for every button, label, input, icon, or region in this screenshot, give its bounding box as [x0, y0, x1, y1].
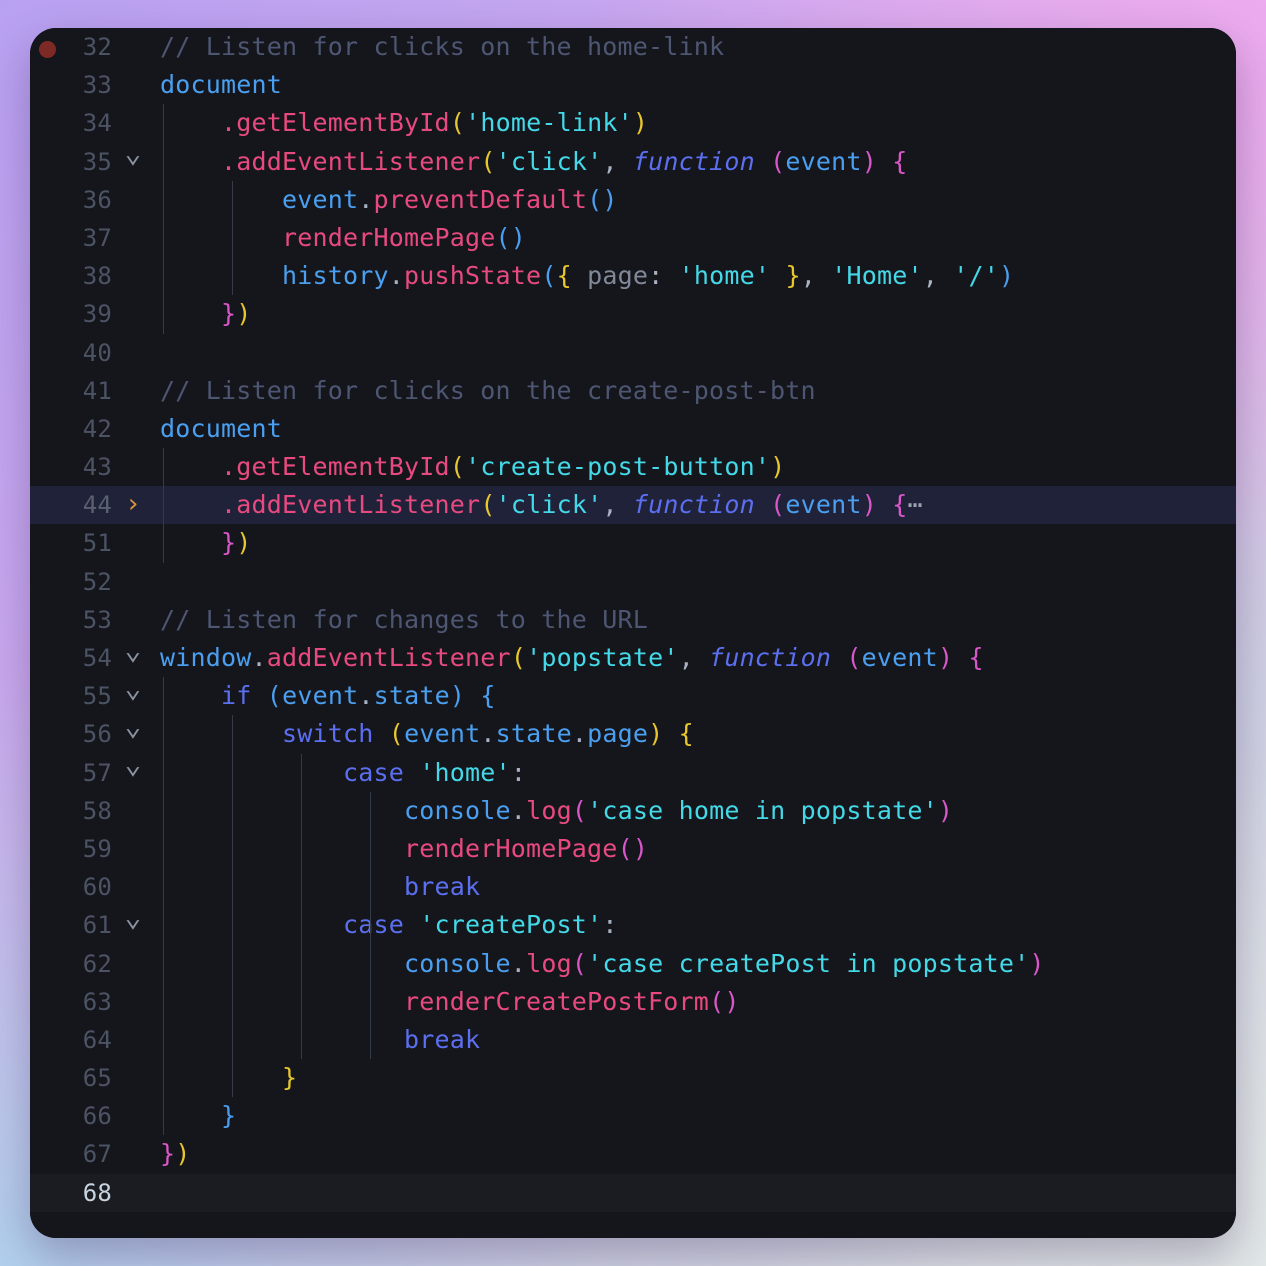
code-line[interactable]: 42 document	[30, 410, 1236, 448]
code-line[interactable]: 54 window.addEventListener('popstate', f…	[30, 639, 1236, 677]
code-line-active[interactable]: 68	[30, 1173, 1236, 1212]
line-content[interactable]: case 'createPost':	[154, 906, 1236, 945]
line-number: 65	[82, 1064, 112, 1093]
line-number: 67	[82, 1140, 112, 1169]
line-content[interactable]: history.pushState({ page: 'home' }, 'Hom…	[154, 257, 1236, 296]
line-number: 42	[82, 414, 112, 443]
line-number: 51	[82, 529, 112, 558]
code-line[interactable]: 51 })	[30, 524, 1236, 563]
code-line[interactable]: 41 // Listen for clicks on the create-po…	[30, 372, 1236, 410]
line-number: 57	[82, 758, 112, 787]
line-content[interactable]: console.log('case home in popstate')	[154, 791, 1236, 830]
line-number: 52	[82, 567, 112, 596]
line-number: 61	[82, 911, 112, 940]
code-line[interactable]: 38 history.pushState({ page: 'home' }, '…	[30, 257, 1236, 296]
line-number: 58	[82, 796, 112, 825]
code-line[interactable]: 66 }	[30, 1097, 1236, 1136]
line-number: 41	[82, 376, 112, 405]
line-content[interactable]: }	[154, 1059, 1236, 1098]
line-number: 62	[82, 949, 112, 978]
line-content[interactable]: }	[154, 1097, 1236, 1136]
line-content[interactable]: // Listen for changes to the URL	[154, 601, 1236, 639]
line-content[interactable]: // Listen for clicks on the create-post-…	[154, 372, 1236, 410]
line-content[interactable]: window.addEventListener('popstate', func…	[154, 639, 1236, 677]
line-content[interactable]: switch (event.state.page) {	[154, 715, 1236, 754]
line-content[interactable]: renderCreatePostForm()	[154, 982, 1236, 1021]
line-number: 66	[82, 1102, 112, 1131]
line-number: 37	[82, 223, 112, 252]
code-line[interactable]: 67 })	[30, 1135, 1236, 1173]
line-content[interactable]: })	[154, 295, 1236, 334]
line-content[interactable]: .getElementById('create-post-button')	[154, 448, 1236, 487]
code-line[interactable]: 43 .getElementById('create-post-button')	[30, 448, 1236, 487]
fold-toggle-icon[interactable]	[112, 905, 154, 946]
line-number: 40	[82, 338, 112, 367]
line-number: 68	[82, 1178, 112, 1207]
line-content[interactable]: break	[154, 868, 1236, 907]
screen-root: 32 // Listen for clicks on the home-link…	[0, 0, 1266, 1266]
code-line-folded[interactable]: 44 .addEventListener('click', function (…	[30, 485, 1236, 525]
line-content[interactable]: document	[154, 66, 1236, 104]
fold-toggle-icon[interactable]	[112, 141, 154, 182]
code-line[interactable]: 61 case 'createPost':	[30, 905, 1236, 946]
line-number: 36	[82, 185, 112, 214]
code-line[interactable]: 60 break	[30, 868, 1236, 907]
line-number: 38	[82, 262, 112, 291]
line-number: 32	[82, 33, 112, 61]
line-content[interactable]: .addEventListener('click', function (eve…	[154, 142, 1236, 181]
fold-toggle-icon[interactable]	[112, 752, 154, 793]
code-line[interactable]: 52	[30, 563, 1236, 601]
line-number: 59	[82, 834, 112, 863]
line-number: 33	[82, 71, 112, 100]
line-content[interactable]: break	[154, 1020, 1236, 1060]
line-number: 34	[82, 109, 112, 138]
line-content[interactable]: .addEventListener('click', function (eve…	[154, 486, 1236, 525]
code-line[interactable]: 64 break	[30, 1020, 1236, 1060]
code-line[interactable]: 32 // Listen for clicks on the home-link	[30, 28, 1236, 66]
line-number: 53	[82, 605, 112, 634]
line-content[interactable]: console.log('case createPost in popstate…	[154, 944, 1236, 983]
code-line[interactable]: 58 console.log('case home in popstate')	[30, 791, 1236, 830]
line-content[interactable]: renderHomePage()	[154, 829, 1236, 869]
code-line[interactable]: 65 }	[30, 1059, 1236, 1098]
line-content[interactable]: })	[154, 524, 1236, 563]
code-line[interactable]: 55 if (event.state) {	[30, 677, 1236, 716]
code-line[interactable]: 33 document	[30, 66, 1236, 104]
line-content[interactable]: document	[154, 410, 1236, 448]
line-content[interactable]: case 'home':	[154, 753, 1236, 792]
code-line[interactable]: 62 console.log('case createPost in popst…	[30, 944, 1236, 983]
code-editor-window[interactable]: 32 // Listen for clicks on the home-link…	[30, 28, 1236, 1238]
line-content[interactable]: renderHomePage()	[154, 218, 1236, 258]
line-number: 63	[82, 987, 112, 1016]
line-number: 55	[82, 682, 112, 711]
code-line[interactable]: 36 event.preventDefault()	[30, 180, 1236, 219]
line-content[interactable]: .getElementById('home-link')	[154, 104, 1236, 143]
code-line[interactable]: 40	[30, 334, 1236, 372]
line-content[interactable]: if (event.state) {	[154, 677, 1236, 716]
line-number: 35	[82, 147, 112, 176]
line-number: 39	[82, 300, 112, 329]
code-surface[interactable]: 32 // Listen for clicks on the home-link…	[30, 28, 1236, 1238]
line-number: 56	[82, 720, 112, 749]
line-content[interactable]: })	[154, 1135, 1236, 1173]
code-line[interactable]: 37 renderHomePage()	[30, 218, 1236, 258]
code-line[interactable]: 59 renderHomePage()	[30, 829, 1236, 869]
code-line[interactable]: 53 // Listen for changes to the URL	[30, 601, 1236, 639]
line-content[interactable]: // Listen for clicks on the home-link	[154, 28, 1236, 66]
line-number: 54	[82, 644, 112, 672]
line-number: 44	[82, 491, 112, 520]
code-line[interactable]: 34 .getElementById('home-link')	[30, 104, 1236, 143]
code-line[interactable]: 63 renderCreatePostForm()	[30, 982, 1236, 1021]
line-number: 43	[82, 453, 112, 482]
code-line[interactable]: 56 switch (event.state.page) {	[30, 715, 1236, 754]
code-line[interactable]: 57 case 'home':	[30, 752, 1236, 793]
line-number: 60	[82, 873, 112, 902]
code-line[interactable]: 39 })	[30, 295, 1236, 334]
code-line[interactable]: 35 .addEventListener('click', function (…	[30, 141, 1236, 182]
line-number: 64	[82, 1025, 112, 1054]
fold-expand-icon[interactable]	[112, 485, 154, 525]
line-content[interactable]: event.preventDefault()	[154, 180, 1236, 219]
